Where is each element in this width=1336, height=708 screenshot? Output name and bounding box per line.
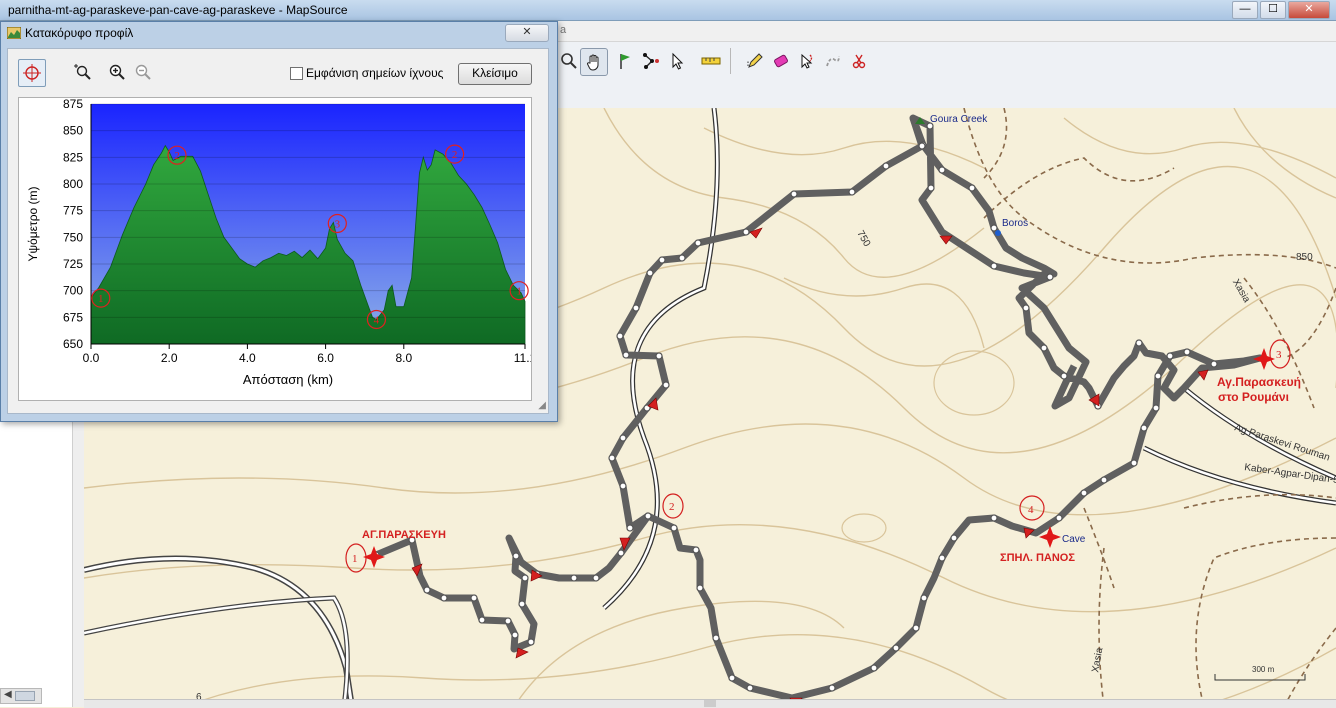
waypoint-2-number: 2 [669,501,675,513]
map-label-ag-paraskevi-roumani-2: στο Ρουμάνι [1218,390,1289,404]
map-scale-label: 300 m [1252,665,1275,674]
waypoint-marker-label: 2 [174,150,180,162]
x-tick-label: 2.0 [161,351,178,365]
track-select-icon[interactable] [794,48,820,74]
y-tick-label: 875 [63,98,83,111]
route-tool-icon[interactable] [638,48,664,74]
x-tick-label: 0.0 [83,351,100,365]
map-label-cave: Cave [1062,534,1086,545]
waypoint-4-number: 4 [1028,504,1034,516]
x-tick-label: 4.0 [239,351,256,365]
menu-bar: a [556,21,1336,42]
map-scroll-thumb[interactable] [704,700,716,707]
elevation-profile-chart: 875 850 825 800 775 750 725 700 675 6500.0 2.0 4.0 6… [26,97,537,387]
checkbox-box[interactable] [290,66,303,80]
x-axis-label: Απόσταση (km) [243,372,333,387]
map-label-ag-paraskevi: ΑΓ.ΠΑΡΑΣΚΕΥΗ [362,529,446,541]
measure-ruler-icon[interactable] [698,48,724,74]
waypoint-3-number: 3 [1276,349,1282,361]
dialog-body: Εμφάνιση σημείων ίχνους Κλείσιμο 875 850 8… [7,48,549,414]
elevation-chart-container: 875 850 825 800 775 750 725 700 675 650 0.0 2.0 4.0 6… [18,97,537,401]
map-toolbar [556,42,1336,109]
maximize-button[interactable]: ☐ [1260,1,1286,19]
y-tick-label: 700 [63,284,83,298]
zoom-area-icon[interactable] [70,59,96,85]
zoom-tool-icon[interactable] [556,48,582,74]
show-track-points-checkbox[interactable]: Εμφάνιση σημείων ίχνους [290,66,443,80]
dialog-close-button[interactable]: Κλείσιμο [458,63,532,85]
zoom-in-icon[interactable] [104,59,130,85]
waypoint-1-number: 1 [352,553,358,565]
profile-app-icon [7,27,21,39]
waypoint-marker-label: 2 [452,149,458,161]
scroll-thumb[interactable] [15,691,35,701]
minimize-button[interactable]: — [1232,1,1258,19]
map-label-contour-850: 850 [1296,252,1313,263]
waypoint-flag-icon[interactable] [612,48,638,74]
y-tick-label: 750 [63,230,83,244]
toolbar-separator [730,48,731,74]
y-tick-label: 850 [63,124,83,138]
selection-arrow-icon[interactable] [664,48,690,74]
waypoint-marker-label: 3 [335,218,341,230]
map-label-goura-creek: Goura Creek [930,114,988,125]
left-data-pane [0,420,85,707]
zoom-out-icon[interactable] [130,59,156,85]
scroll-left-arrow-icon[interactable]: ◀ [4,689,12,700]
main-title-bar: parnitha-mt-ag-paraskeve-pan-cave-ag-par… [0,0,1336,21]
menu-item-fragment[interactable]: a [560,24,566,36]
y-tick-label: 675 [63,310,83,324]
waypoint-marker-label: 1 [98,293,104,305]
eraser-icon[interactable] [768,48,794,74]
waypoint-marker-label: 4 [374,314,380,326]
show-track-points-label: Εμφάνιση σημείων ίχνους [306,66,444,80]
map-label-boros: Boros [1002,218,1028,229]
x-tick-label: 11.1 [514,351,531,365]
x-tick-label: 8.0 [395,351,412,365]
map-label-spil-panos: ΣΠΗΛ. ΠΑΝΟΣ [1000,552,1075,564]
dialog-title: Κατακόρυφο προφίλ [25,26,134,40]
crosshair-icon[interactable] [18,59,46,87]
y-axis-label: Υψόμετρο (m) [26,186,40,261]
pencil-draw-icon[interactable] [742,48,768,74]
x-tick-label: 6.0 [317,351,334,365]
map-label-ag-paraskevi-roumani-1: Αγ.Παρασκευή [1217,375,1301,389]
y-tick-label: 650 [63,337,83,351]
y-tick-label: 775 [63,204,83,218]
vertical-profile-dialog: Κατακόρυφο προφίλ ✕ Εμφάνιση σημείων ίχν… [0,21,558,422]
resize-grip-icon[interactable]: ◢ [538,400,546,411]
left-pane-horizontal-scrollbar[interactable]: ◀ [0,688,42,704]
y-tick-label: 725 [63,257,83,271]
dialog-close-x-button[interactable]: ✕ [505,24,549,42]
window-title: parnitha-mt-ag-paraskeve-pan-cave-ag-par… [8,3,348,17]
y-tick-label: 825 [63,150,83,164]
window-close-button[interactable]: ✕ [1288,1,1330,19]
hand-pan-icon[interactable] [580,48,608,76]
y-tick-label: 800 [63,177,83,191]
waypoint-marker-label: 1 [516,286,522,298]
connect-track-icon[interactable] [820,48,846,74]
divide-track-icon[interactable] [846,48,872,74]
